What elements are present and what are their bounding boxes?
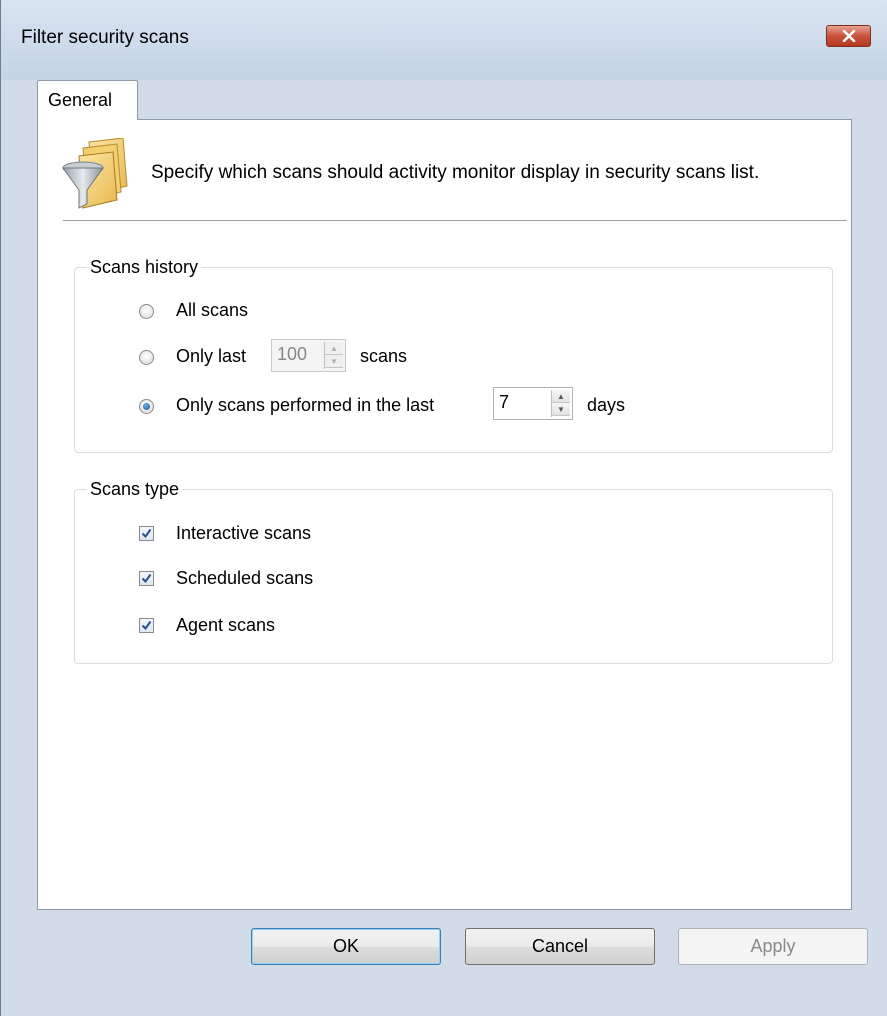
only-last-suffix: scans: [360, 346, 408, 366]
checkbox-scheduled-scans[interactable]: [139, 571, 154, 586]
tab-general[interactable]: General: [37, 80, 138, 120]
days-value: 7: [499, 392, 510, 412]
close-x-icon: [842, 30, 856, 42]
days-suffix: days: [587, 395, 626, 415]
scans-history-title: Scans history: [87, 257, 202, 278]
window-title: Filter security scans: [21, 27, 189, 48]
days-spin-buttons[interactable]: ▲ ▼: [551, 390, 570, 417]
dialog-window: Filter security scans General Specify wh…: [0, 0, 887, 1016]
days-stepper[interactable]: 7 ▲ ▼: [493, 387, 573, 420]
spin-down-icon[interactable]: ▼: [325, 355, 343, 368]
scans-type-title: Scans type: [87, 479, 183, 500]
checkbox-agent-scans[interactable]: [139, 618, 154, 633]
checkmark-icon: [141, 573, 152, 584]
only-last-count-value: 100: [277, 344, 308, 364]
title-bar[interactable]: Filter security scans: [1, 0, 887, 80]
spin-down-icon[interactable]: ▼: [552, 403, 570, 416]
cancel-button[interactable]: Cancel: [465, 928, 655, 965]
agent-scans-label[interactable]: Agent scans: [176, 615, 275, 636]
spin-up-icon[interactable]: ▲: [552, 390, 570, 403]
tab-general-label: General: [48, 90, 113, 110]
radio-performed-last-label[interactable]: Only scans performed in the last: [176, 395, 434, 416]
header-separator: [63, 220, 847, 221]
spin-up-icon[interactable]: ▲: [325, 342, 343, 355]
description-text: Specify which scans should activity moni…: [151, 162, 760, 183]
only-last-spin-buttons[interactable]: ▲ ▼: [324, 342, 343, 369]
radio-all-scans-label[interactable]: All scans: [176, 300, 248, 321]
ok-button[interactable]: OK: [251, 928, 441, 965]
radio-only-last[interactable]: [139, 350, 154, 365]
radio-all-scans[interactable]: [139, 304, 154, 319]
scheduled-scans-label[interactable]: Scheduled scans: [176, 568, 313, 589]
radio-performed-last[interactable]: [139, 399, 154, 414]
filter-funnel-icon: [62, 138, 128, 209]
interactive-scans-label[interactable]: Interactive scans: [176, 523, 311, 544]
checkmark-icon: [141, 620, 152, 631]
checkbox-interactive-scans[interactable]: [139, 526, 154, 541]
only-last-count-stepper[interactable]: 100 ▲ ▼: [271, 339, 346, 372]
close-button[interactable]: [826, 25, 871, 47]
apply-button[interactable]: Apply: [678, 928, 868, 965]
checkmark-icon: [141, 528, 152, 539]
radio-only-last-label[interactable]: Only last: [176, 346, 246, 367]
